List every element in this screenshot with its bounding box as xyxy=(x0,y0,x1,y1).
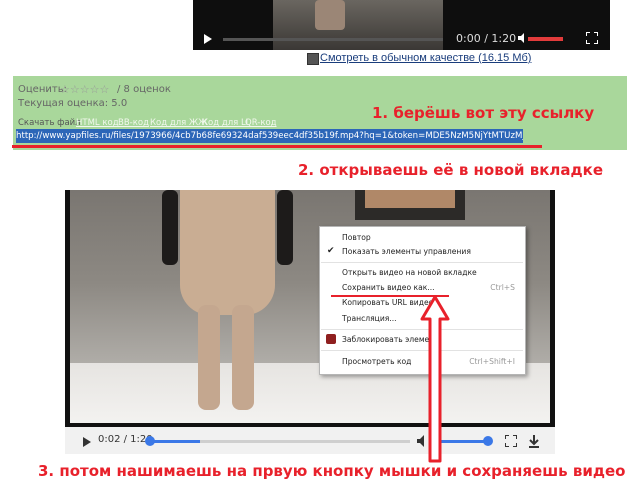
save-shortcut: Ctrl+S xyxy=(490,283,515,292)
model-leg xyxy=(198,305,220,410)
step3-annotation: 3. потом нашимаешь на првую кнопку мышки… xyxy=(38,462,626,480)
fullscreen-icon[interactable] xyxy=(505,435,517,447)
html-code-link[interactable]: HTML код xyxy=(76,118,119,128)
model-arm xyxy=(277,190,293,265)
menu-item-show-controls[interactable]: Показать элементы управления xyxy=(342,247,471,256)
menu-item-cast[interactable]: Трансляция... xyxy=(342,314,397,323)
normal-quality-link[interactable]: Смотреть в обычном качестве (16.15 Мб) xyxy=(320,52,531,64)
arrow-up-icon xyxy=(420,295,450,463)
video-url-field[interactable]: http://www.yapfiles.ru/files/1973966/4cb… xyxy=(16,129,523,143)
checkmark-icon: ✔ xyxy=(327,245,335,255)
url-red-underline xyxy=(12,145,542,148)
player-controls: 0:02 / 1:20 xyxy=(65,427,555,454)
menu-divider xyxy=(321,262,523,263)
top-player-controls: 0:00 / 1:20 xyxy=(193,28,610,50)
model-figure-right xyxy=(355,190,465,220)
top-time-readout: 0:00 / 1:20 xyxy=(456,32,517,45)
top-volume-bar[interactable] xyxy=(528,37,563,41)
bb-code-link[interactable]: BB-код xyxy=(118,118,149,128)
menu-item-loop[interactable]: Повтор xyxy=(342,233,371,242)
step1-annotation: 1. берёшь вот эту ссылку xyxy=(372,104,595,122)
qr-code-link[interactable]: QR-код xyxy=(245,118,277,128)
download-file-link[interactable]: Скачать файл xyxy=(18,118,81,128)
play-icon[interactable] xyxy=(83,437,91,447)
seek-handle[interactable] xyxy=(145,436,155,446)
top-video-player[interactable]: 0:00 / 1:20 xyxy=(193,0,610,50)
menu-item-open-in-new-tab[interactable]: Открыть видео на новой вкладке xyxy=(342,268,477,277)
model-arm xyxy=(162,190,178,265)
play-icon[interactable] xyxy=(204,34,212,44)
model-body xyxy=(365,190,455,208)
rating-stars[interactable]: ☆☆☆☆☆ xyxy=(60,83,109,96)
model-figure xyxy=(315,0,345,30)
top-seek-bar[interactable] xyxy=(223,38,443,41)
film-icon xyxy=(307,53,319,65)
votes-count: / 8 оценок xyxy=(117,84,171,95)
lj-code-link[interactable]: Код для ЖЖ xyxy=(150,118,207,128)
model-figure-left xyxy=(162,190,293,410)
download-icon[interactable] xyxy=(527,434,541,448)
menu-item-save-video-as[interactable]: Сохранить видео как... xyxy=(342,283,435,292)
li-code-link[interactable]: Код для LI xyxy=(202,118,248,128)
menu-item-inspect[interactable]: Просмотреть код xyxy=(342,357,411,366)
step2-annotation: 2. открываешь её в новой вкладке xyxy=(298,161,603,179)
ublock-icon xyxy=(326,334,336,344)
inspect-shortcut: Ctrl+Shift+I xyxy=(469,357,515,366)
fullscreen-icon[interactable] xyxy=(586,32,598,44)
model-leg xyxy=(232,305,254,410)
volume-handle[interactable] xyxy=(483,436,493,446)
seek-progress xyxy=(150,440,200,443)
current-rating: Текущая оценка: 5.0 xyxy=(18,98,128,109)
volume-icon[interactable] xyxy=(518,33,528,43)
